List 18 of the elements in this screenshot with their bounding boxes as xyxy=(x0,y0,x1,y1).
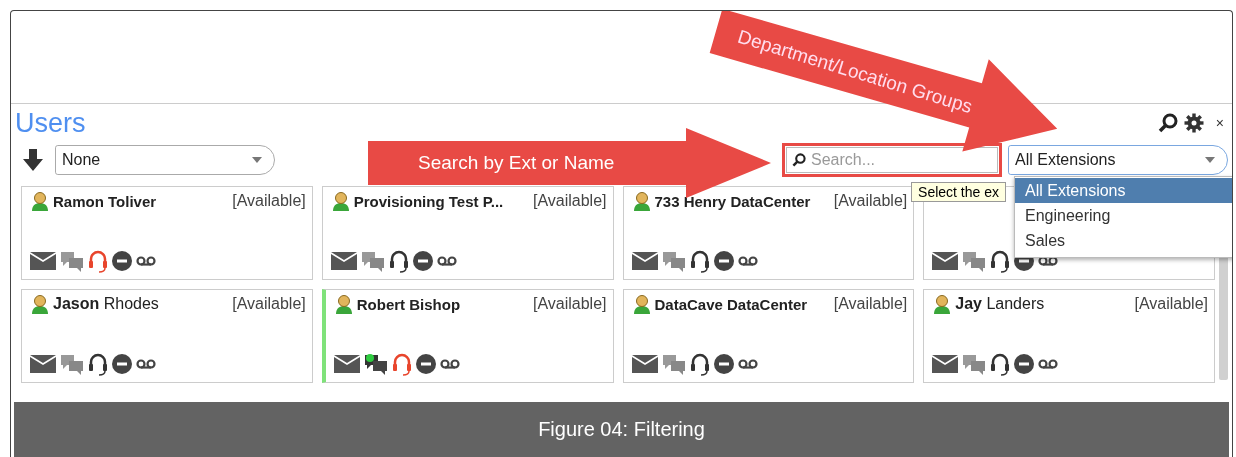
user-status: [Available] xyxy=(532,192,607,210)
user-status: [Available] xyxy=(232,295,306,313)
user-name: Jason Rhodes xyxy=(53,295,159,313)
user-status: [Available] xyxy=(232,192,306,210)
user-status: [Available] xyxy=(1134,295,1208,313)
user-name: Jay Landers xyxy=(955,295,1045,313)
annotation-label: Search by Ext or Name xyxy=(418,152,615,174)
user-name: Provisioning Test P... xyxy=(353,192,504,210)
user-name: DataCave DataCenter xyxy=(654,295,808,313)
user-status: [Available] xyxy=(833,192,908,210)
user-name: Ramon Toliver xyxy=(53,192,157,210)
user-name: Robert Bishop xyxy=(356,295,461,313)
figure-caption: Figure 04: Filtering xyxy=(14,402,1229,457)
user-status: [Available] xyxy=(833,295,908,313)
user-status: [Available] xyxy=(532,295,607,313)
panel-title: Users xyxy=(15,107,86,139)
tooltip: Select the ex xyxy=(911,182,1006,202)
user-name: 733 Henry DataCenter xyxy=(654,192,811,210)
